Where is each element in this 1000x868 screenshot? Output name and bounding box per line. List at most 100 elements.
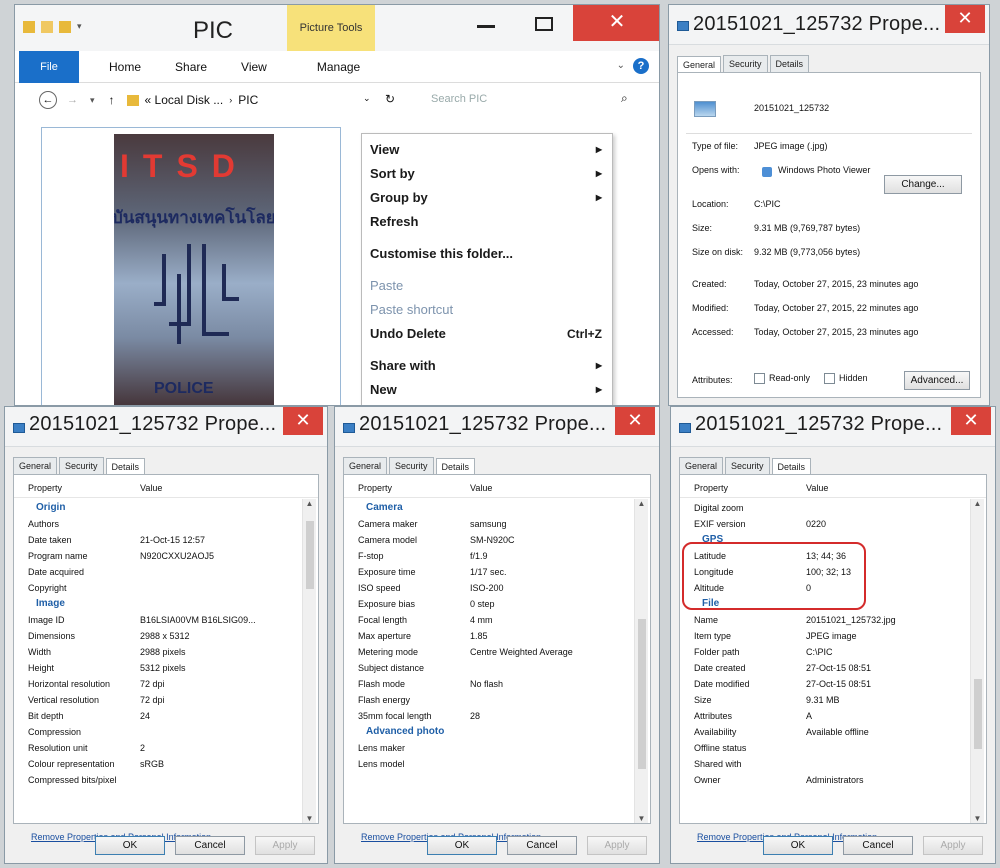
property-label[interactable]: Compressed bits/pixel	[28, 772, 140, 788]
menu-share-with[interactable]: Share with ▶	[362, 354, 612, 378]
scroll-thumb[interactable]	[638, 619, 646, 769]
property-label[interactable]: Owner	[694, 772, 806, 788]
property-value[interactable]: Available offline	[806, 724, 986, 740]
property-value[interactable]	[470, 756, 650, 772]
property-value[interactable]	[140, 724, 318, 740]
menu-new[interactable]: New ▶	[362, 378, 612, 402]
property-label[interactable]: Compression	[28, 724, 140, 740]
ribbon-expand-icon[interactable]: ⌄	[617, 60, 625, 71]
property-value[interactable]	[806, 756, 986, 772]
scroll-up-icon[interactable]: ▲	[971, 499, 984, 508]
refresh-icon[interactable]: ↻	[385, 92, 395, 106]
ribbon-home-tab[interactable]: Home	[109, 60, 141, 74]
property-value[interactable]: No flash	[470, 676, 650, 692]
tab-details[interactable]: Details	[771, 458, 812, 475]
scroll-up-icon[interactable]: ▲	[303, 499, 316, 508]
ok-button[interactable]: OK	[95, 836, 165, 855]
close-button[interactable]: ✕	[283, 407, 323, 435]
property-label[interactable]: Shared with	[694, 756, 806, 772]
close-button[interactable]: ✕	[615, 407, 655, 435]
property-value[interactable]: sRGB	[140, 756, 318, 772]
col-property[interactable]: Property	[694, 483, 806, 493]
property-label[interactable]: Item type	[694, 628, 806, 644]
menu-customise-folder[interactable]: Customise this folder...	[362, 242, 612, 266]
qat-dropdown-icon[interactable]: ▾	[77, 21, 82, 33]
property-value[interactable]: 4 mm	[470, 612, 650, 628]
recent-dropdown-icon[interactable]: ▾	[90, 95, 95, 106]
property-label[interactable]: EXIF version	[694, 516, 806, 532]
property-value[interactable]: C:\PIC	[806, 644, 986, 660]
property-value[interactable]	[140, 564, 318, 580]
property-value[interactable]	[470, 660, 650, 676]
ribbon-view-tab[interactable]: View	[241, 60, 267, 74]
details-scrollbar[interactable]: ▲ ▼	[970, 499, 984, 823]
col-property[interactable]: Property	[28, 483, 140, 493]
file-name-field[interactable]: 20151021_125732	[754, 103, 829, 113]
property-label[interactable]: Exposure bias	[358, 596, 470, 612]
col-property[interactable]: Property	[358, 483, 470, 493]
property-value[interactable]: 2988 pixels	[140, 644, 318, 660]
scroll-thumb[interactable]	[306, 521, 314, 589]
property-label[interactable]: Focal length	[358, 612, 470, 628]
property-value[interactable]	[806, 500, 986, 516]
scroll-down-icon[interactable]: ▼	[635, 814, 648, 823]
cancel-button[interactable]: Cancel	[175, 836, 245, 855]
menu-sort-by[interactable]: Sort by ▶	[362, 162, 612, 186]
property-value[interactable]: Centre Weighted Average	[470, 644, 650, 660]
property-label[interactable]: Height	[28, 660, 140, 676]
close-button[interactable]: ✕	[573, 5, 659, 41]
property-label[interactable]: Camera model	[358, 532, 470, 548]
property-label[interactable]: F-stop	[358, 548, 470, 564]
tab-details[interactable]: Details	[769, 55, 810, 72]
property-value[interactable]: 0 step	[470, 596, 650, 612]
menu-group-by[interactable]: Group by ▶	[362, 186, 612, 210]
advanced-button[interactable]: Advanced...	[904, 371, 970, 390]
property-label[interactable]: Camera maker	[358, 516, 470, 532]
property-value[interactable]	[140, 516, 318, 532]
property-label[interactable]: Program name	[28, 548, 140, 564]
col-value[interactable]: Value	[806, 483, 986, 493]
property-value[interactable]: samsung	[470, 516, 650, 532]
property-value[interactable]	[806, 740, 986, 756]
ribbon-manage-tab[interactable]: Manage	[317, 60, 360, 74]
property-label[interactable]: ISO speed	[358, 580, 470, 596]
tab-security[interactable]: Security	[59, 457, 104, 474]
scroll-thumb[interactable]	[974, 679, 982, 749]
property-label[interactable]: Availability	[694, 724, 806, 740]
close-button[interactable]: ✕	[951, 407, 991, 435]
forward-icon[interactable]: →	[67, 94, 78, 106]
details-scrollbar[interactable]: ▲ ▼	[302, 499, 316, 823]
property-value[interactable]: 5312 pixels	[140, 660, 318, 676]
property-label[interactable]: Date taken	[28, 532, 140, 548]
property-value[interactable]: 72 dpi	[140, 692, 318, 708]
property-label[interactable]: 35mm focal length	[358, 708, 470, 724]
property-value[interactable]: 28	[470, 708, 650, 724]
tab-details[interactable]: Details	[105, 458, 146, 475]
scroll-up-icon[interactable]: ▲	[635, 499, 648, 508]
search-icon[interactable]: ⌕	[621, 91, 628, 106]
new-folder-icon[interactable]	[59, 21, 71, 33]
property-label[interactable]: Dimensions	[28, 628, 140, 644]
property-label[interactable]: Authors	[28, 516, 140, 532]
property-value[interactable]: N920CXXU2AOJ5	[140, 548, 318, 564]
tab-security[interactable]: Security	[725, 457, 770, 474]
property-label[interactable]: Width	[28, 644, 140, 660]
property-value[interactable]	[140, 580, 318, 596]
search-input[interactable]: Search PIC	[431, 93, 487, 105]
property-label[interactable]: Lens model	[358, 756, 470, 772]
property-value[interactable]: 27-Oct-15 08:51	[806, 660, 986, 676]
property-label[interactable]: Metering mode	[358, 644, 470, 660]
tab-security[interactable]: Security	[389, 457, 434, 474]
property-value[interactable]: SM-N920C	[470, 532, 650, 548]
property-label[interactable]: Digital zoom	[694, 500, 806, 516]
property-label[interactable]: Name	[694, 612, 806, 628]
ok-button[interactable]: OK	[763, 836, 833, 855]
up-icon[interactable]: ↑	[109, 93, 115, 107]
property-label[interactable]: Exposure time	[358, 564, 470, 580]
properties-icon[interactable]	[41, 21, 53, 33]
property-value[interactable]: 20151021_125732.jpg	[806, 612, 986, 628]
property-value[interactable]: 27-Oct-15 08:51	[806, 676, 986, 692]
property-label[interactable]: Attributes	[694, 708, 806, 724]
ribbon-share-tab[interactable]: Share	[175, 60, 207, 74]
property-label[interactable]: Offline status	[694, 740, 806, 756]
